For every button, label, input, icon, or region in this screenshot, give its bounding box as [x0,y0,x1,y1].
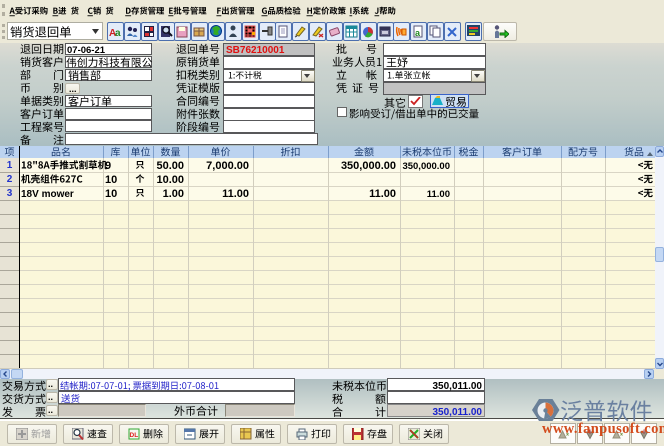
svg-text:DL: DL [130,432,139,439]
svg-text:a: a [115,28,121,38]
